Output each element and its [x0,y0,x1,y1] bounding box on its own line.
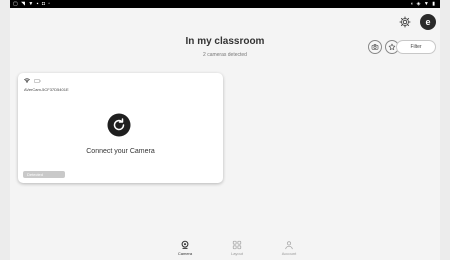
status-icons-right: ◖ ◈ ▼ ▮ [410,1,436,7]
camera-card[interactable]: AVerCam-5CF37D5401E Connect your Camera … [18,73,223,183]
nav-label-layout: Layout [230,251,243,256]
camera-scan-icon [371,44,379,50]
camera-icon [181,240,189,249]
nav-label-account: Account [281,251,297,256]
settings-gear-icon[interactable] [398,15,412,29]
app-screen: ▢ ◥ ▼ ▪ ◘ ▫ ◖ ◈ ▼ ▮ e In my classroom 2 … [10,0,440,260]
filter-button[interactable]: Filter [396,40,436,54]
camera-scan-button[interactable] [368,40,382,54]
user-avatar[interactable]: e [420,14,436,30]
nav-item-camera[interactable]: Camera [170,240,200,256]
nav-item-layout[interactable]: Layout [222,240,252,256]
battery-icon [34,79,41,83]
wifi-icon [24,78,30,83]
star-icon [388,43,396,50]
connect-camera-label: Connect your Camera [86,148,155,155]
camera-device-id: AVerCam-5CF37D5401E [24,87,69,92]
person-icon [285,241,293,250]
status-bar: ▢ ◥ ▼ ▪ ◘ ▫ ◖ ◈ ▼ ▮ [10,0,440,8]
connect-refresh-icon[interactable] [107,113,131,137]
nav-item-account[interactable]: Account [274,240,304,256]
detected-status-badge: Detected [23,171,65,178]
grid-icon [232,240,242,250]
nav-label-camera: Camera [177,251,193,256]
bottom-navigation: Camera Layout Account [10,238,440,260]
status-icons-left: ▢ ◥ ▼ ▪ ◘ ▫ [13,1,52,7]
